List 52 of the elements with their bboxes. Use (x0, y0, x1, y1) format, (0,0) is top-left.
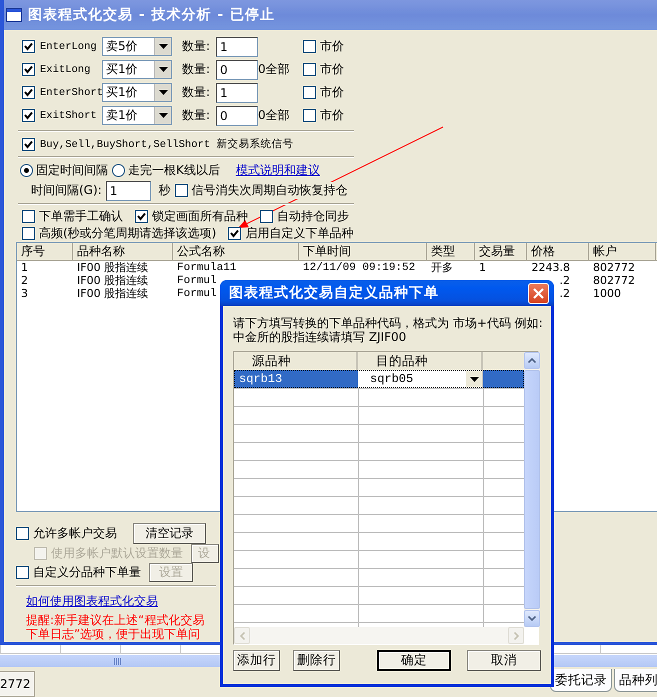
table-cell: 802772 (593, 261, 635, 274)
option-label: 市价 (320, 84, 344, 101)
table-cell: 1000 (593, 287, 621, 300)
field-label: 数量: (182, 38, 212, 55)
table-cell: Formul (177, 288, 217, 300)
window-title: 图表程式化交易 - 技术分析 - 已停止 (28, 6, 276, 24)
signal-label: EnterLong (40, 40, 98, 52)
table-cell: IF00 股指连续 (77, 261, 148, 274)
option-label: 允许多帐户交易 (33, 524, 117, 542)
table-cell: 开多 (431, 261, 453, 274)
table-cell: 802772 (593, 274, 635, 287)
field-label: 数量: (182, 61, 212, 78)
table-cell: 2243.8 (532, 261, 570, 274)
option-label: 自动持仓同步 (277, 208, 349, 225)
table-cell: sqrb13 (239, 372, 282, 386)
field-label: 数量: (182, 107, 212, 124)
table-cell: Formula11 (177, 262, 236, 274)
option-label: 市价 (320, 107, 344, 124)
unit-label: 秒 (158, 182, 171, 199)
field-label: 时间间隔(G): (31, 182, 102, 199)
table-cell: .2 (560, 274, 570, 287)
option-label: 锁定画面所有品种 (152, 208, 248, 225)
signal-label: ExitLong (40, 64, 92, 76)
table-cell: .2 (560, 287, 570, 300)
option-label: 固定时间间隔 (36, 162, 108, 179)
table-cell: 1 (479, 261, 486, 274)
option-label: 自定义分品种下单量 (33, 564, 141, 581)
table-cell: 3 (21, 287, 28, 300)
table-cell: 12/11/09 09:19:52 (303, 262, 416, 274)
option-label: 使用多帐户默认设置数量 (51, 545, 183, 562)
dialog-title: 图表程式化交易自定义品种下单 (229, 284, 439, 302)
instruction-text: 请下方填写转换的下单品种代码，格式为 市场+代码 例如: 中金所的股指连续请填写 ZJIF00 (233, 316, 544, 344)
signal-label: EnterShort (40, 86, 102, 98)
option-label: 走完一根K线以后 (128, 162, 220, 179)
option-label: 信号消失次周期自动恢复持仓 (192, 182, 348, 199)
field-label: 数量: (182, 84, 212, 101)
table-cell: IF00 股指连续 (77, 274, 148, 287)
reminder-text: 提醒:新手建议在上述“程式化交易 下单日志”选项，便于出现下单问 (26, 613, 204, 641)
signal-label: ExitShort (40, 110, 98, 122)
table-cell: 1 (21, 261, 28, 274)
option-label: 市价 (320, 61, 344, 78)
hint-text: 0全部 (258, 108, 290, 122)
option-label: 高频(秒或分笔周期请选择该选项) (39, 225, 216, 242)
option-label: Buy,Sell,BuyShort,SellShort 新交易系统信号 (40, 137, 294, 151)
option-label: 启用自定义下单品种 (245, 225, 354, 242)
table-cell: 2772 (0, 677, 31, 691)
table-cell: IF00 股指连续 (77, 287, 148, 300)
table-cell: 2 (21, 274, 28, 287)
table-cell: Formul (177, 274, 217, 286)
option-label: 市价 (320, 38, 344, 55)
option-label: 下单需手工确认 (39, 208, 123, 225)
hint-text: 0全部 (258, 62, 290, 76)
